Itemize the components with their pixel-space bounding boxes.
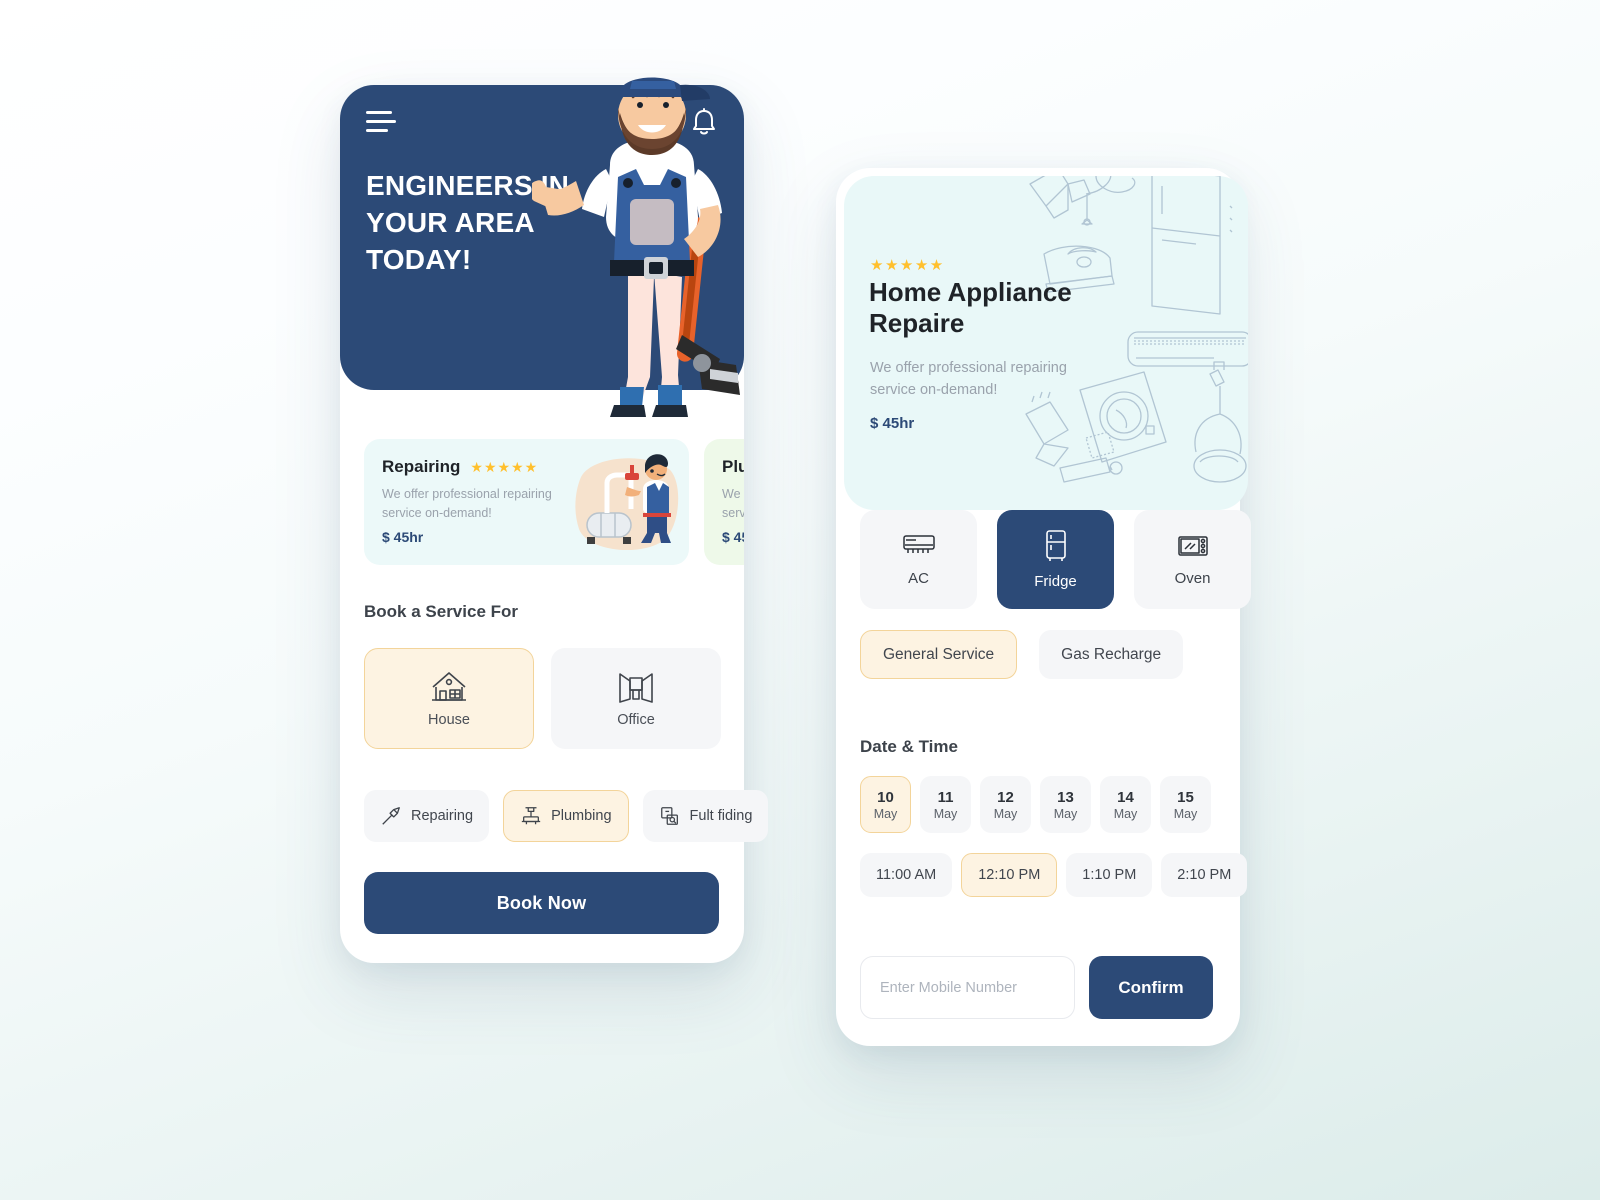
service-option-label: Gas Recharge [1061,645,1162,663]
time-label: 2:10 PM [1177,867,1232,883]
date-day: 15 [1177,788,1194,806]
date-cell[interactable]: 10 May [860,776,911,833]
place-type-row: House Office [364,648,721,749]
service-card[interactable]: Repairing ★★★★★ We offer professional re… [364,439,689,565]
date-day: 13 [1057,788,1074,806]
refrigerator-icon [1045,530,1066,561]
category-chip-fult-fiding[interactable]: Fult fiding [642,790,769,842]
office-icon [619,673,653,703]
pipe-valve-icon [521,807,541,825]
category-chip-label: Fult fiding [689,808,753,824]
service-card-name: Repairing [382,457,461,476]
appliance-type-row: AC Fridge Oven [860,510,1251,609]
time-cell[interactable]: 11:00 AM [860,853,953,897]
fault-finding-icon [660,807,678,825]
hamburger-menu-icon[interactable] [366,111,396,138]
left-phone-inner: ENGINEERS IN YOUR AREA TODAY! Repairing … [340,77,769,963]
appliance-card-desc: We offer professional repairing service … [870,360,1067,398]
appliance-header-card: ★★★★★ Home Appliance Repaire We offer pr… [844,176,1248,510]
category-chip-row: Repairing Plumbing Fult fiding [364,790,769,842]
service-option-gas-recharge[interactable]: Gas Recharge [1039,630,1184,679]
hero-banner: ENGINEERS IN YOUR AREA TODAY! [340,77,744,417]
mobile-number-input[interactable] [860,956,1075,1019]
date-cell[interactable]: 15 May [1160,776,1211,833]
date-cell[interactable]: 13 May [1040,776,1091,833]
microwave-oven-icon [1177,536,1208,556]
house-icon [432,672,466,701]
date-month: May [873,806,898,821]
repair-worker-illustration [575,454,679,551]
date-month: May [1053,806,1078,821]
service-card-head: Repairing ★★★★★ [382,457,538,477]
appliance-option-fridge[interactable]: Fridge [997,510,1114,609]
place-type-label: House [428,712,470,728]
date-cell[interactable]: 12 May [980,776,1031,833]
service-card-head: Plumbing ★★★★★ [722,457,744,477]
time-cell[interactable]: 12:10 PM [961,853,1058,897]
rating-stars: ★★★★★ [470,458,539,475]
appliance-card-title: Home Appliance Repaire [869,277,1072,339]
time-cell[interactable]: 1:10 PM [1066,853,1153,897]
place-type-house[interactable]: House [364,648,534,749]
notification-bell-icon[interactable] [690,107,718,139]
date-day: 11 [937,788,954,806]
date-month: May [1113,806,1138,821]
service-option-row: General Service Gas Recharge [860,630,1184,679]
time-picker-row: 11:00 AM 12:10 PM 1:10 PM 2:10 PM [860,853,1248,897]
service-card-desc: We offer professional repairing service … [382,487,552,520]
left-phone-screen: ENGINEERS IN YOUR AREA TODAY! Repairing … [340,77,769,963]
right-phone-inner: ★★★★★ Home Appliance Repaire We offer pr… [836,168,1251,1046]
date-cell[interactable]: 11 May [920,776,971,833]
time-cell[interactable]: 2:10 PM [1161,853,1248,897]
service-card-price: $ 45hr [722,529,744,545]
service-card-price: $ 45hr [382,529,424,545]
time-label: 12:10 PM [978,867,1041,883]
date-day: 12 [997,788,1014,806]
hero-title: ENGINEERS IN YOUR AREA TODAY! [366,170,570,276]
service-option-general[interactable]: General Service [860,630,1018,679]
book-now-button[interactable]: Book Now [364,872,719,934]
air-conditioner-icon [902,535,935,553]
service-option-label: General Service [883,645,995,663]
place-type-label: Office [617,712,655,728]
appliance-card-price: $ 45hr [870,415,915,432]
wrench-icon [382,807,400,825]
appliance-option-oven[interactable]: Oven [1134,510,1251,609]
appliance-option-ac[interactable]: AC [860,510,977,609]
date-month: May [933,806,958,821]
appliance-option-label: AC [908,570,929,587]
date-cell[interactable]: 14 May [1100,776,1151,833]
appliance-option-label: Fridge [1034,573,1077,590]
date-time-title: Date & Time [860,737,958,756]
place-type-office[interactable]: Office [551,648,721,749]
book-section-title: Book a Service For [364,602,519,621]
category-chip-label: Repairing [411,808,474,824]
service-card-name: Plumbing [722,457,744,476]
date-day: 14 [1117,788,1134,806]
date-month: May [993,806,1018,821]
date-month: May [1173,806,1198,821]
time-label: 11:00 AM [876,867,937,883]
confirm-button[interactable]: Confirm [1089,956,1213,1019]
category-chip-label: Plumbing [551,808,612,824]
date-day: 10 [877,788,894,806]
service-card-strip[interactable]: Repairing ★★★★★ We offer professional re… [340,433,744,573]
service-card-desc: We offer professional plumbing service o… [722,487,744,520]
right-phone-screen: ★★★★★ Home Appliance Repaire We offer pr… [836,168,1251,1046]
hero-topbar [366,107,718,141]
date-picker-row: 10 May 11 May 12 May 13 May 14 May 15 Ma… [860,776,1211,833]
rating-stars: ★★★★★ [870,257,945,274]
category-chip-plumbing[interactable]: Plumbing [503,790,629,842]
service-card[interactable]: Plumbing ★★★★★ We offer professional plu… [704,439,744,565]
category-chip-repairing[interactable]: Repairing [364,790,490,842]
confirm-row: Confirm [860,956,1213,1019]
time-label: 1:10 PM [1082,867,1137,883]
appliance-option-label: Oven [1174,570,1211,587]
